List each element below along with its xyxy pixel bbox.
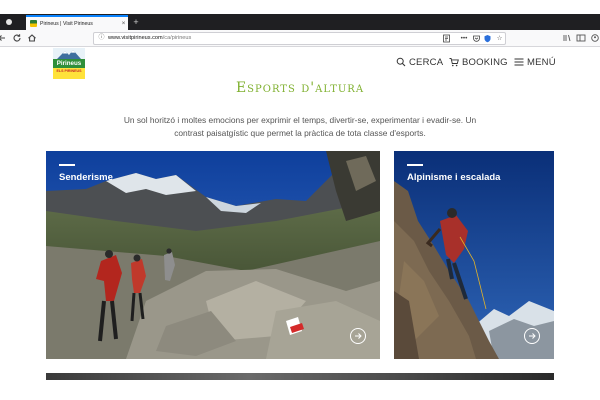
search-icon <box>396 57 406 67</box>
card-alpinisme[interactable]: Alpinisme i escalada <box>394 151 554 359</box>
menu-button[interactable]: MENÚ <box>514 55 556 69</box>
bookmark-star-icon[interactable]: ☆ <box>495 34 504 43</box>
logo-tagline: ELS PIRINEUS <box>56 69 82 73</box>
favicon-icon <box>30 20 37 27</box>
booking-label: BOOKING <box>462 56 508 68</box>
window-menu-icon[interactable] <box>6 19 12 25</box>
home-icon[interactable] <box>26 32 38 44</box>
tab-pirineus[interactable]: Pirineus | Visit Pirineus × <box>26 15 128 30</box>
site-logo[interactable]: Pirineus ELS PIRINEUS <box>53 48 85 79</box>
close-tab-icon[interactable]: × <box>119 20 128 27</box>
card-title: Senderisme <box>59 172 113 183</box>
url-text[interactable]: www.visitpirineus.com/ca/pirineus <box>108 33 191 44</box>
page-actions-icon[interactable]: ••• <box>458 34 470 43</box>
card-accent-line <box>59 164 75 166</box>
reader-icon[interactable] <box>442 34 451 43</box>
logo-name: Pirineus <box>53 59 85 68</box>
navigation-bar: ⓘ www.visitpirineus.com/ca/pirineus ••• … <box>0 30 600 47</box>
account-icon[interactable] <box>590 32 600 44</box>
pocket-icon[interactable] <box>472 34 481 43</box>
section-intro: Un sol horitzó i moltes emocions per exp… <box>123 115 477 138</box>
section-heading: Esports d'altura <box>235 80 365 96</box>
menu-label: MENÚ <box>527 56 556 68</box>
url-host: www.visitpirineus.com <box>108 35 163 41</box>
hamburger-icon <box>514 58 524 66</box>
booking-link[interactable]: BOOKING <box>449 55 508 69</box>
site-info-icon[interactable]: ⓘ <box>97 34 106 43</box>
card-senderisme[interactable]: Senderisme <box>46 151 380 359</box>
new-tab-button[interactable]: + <box>131 15 141 29</box>
logo-mountain-icon <box>57 50 81 59</box>
shield-icon[interactable] <box>483 34 492 43</box>
tab-title: Pirineus | Visit Pirineus <box>40 20 93 27</box>
back-icon[interactable] <box>0 32 8 44</box>
arrow-right-icon[interactable] <box>350 328 366 344</box>
search-link[interactable]: CERCA <box>396 55 443 69</box>
sidebar-icon[interactable] <box>576 32 586 44</box>
address-bar[interactable]: ⓘ www.visitpirineus.com/ca/pirineus ••• … <box>93 32 506 45</box>
reload-icon[interactable] <box>11 32 23 44</box>
arrow-right-icon[interactable] <box>524 328 540 344</box>
browser-window: Pirineus | Visit Pirineus × + ⓘ www.visi… <box>0 0 600 400</box>
url-path: /ca/pirineus <box>162 35 192 41</box>
page-bottom-edge <box>0 380 600 400</box>
library-icon[interactable] <box>562 32 572 44</box>
cart-icon <box>449 58 459 67</box>
card-accent-line <box>407 164 423 166</box>
search-label: CERCA <box>409 56 444 68</box>
tab-bar: Pirineus | Visit Pirineus × + <box>0 14 600 30</box>
card-title: Alpinisme i escalada <box>407 172 501 183</box>
